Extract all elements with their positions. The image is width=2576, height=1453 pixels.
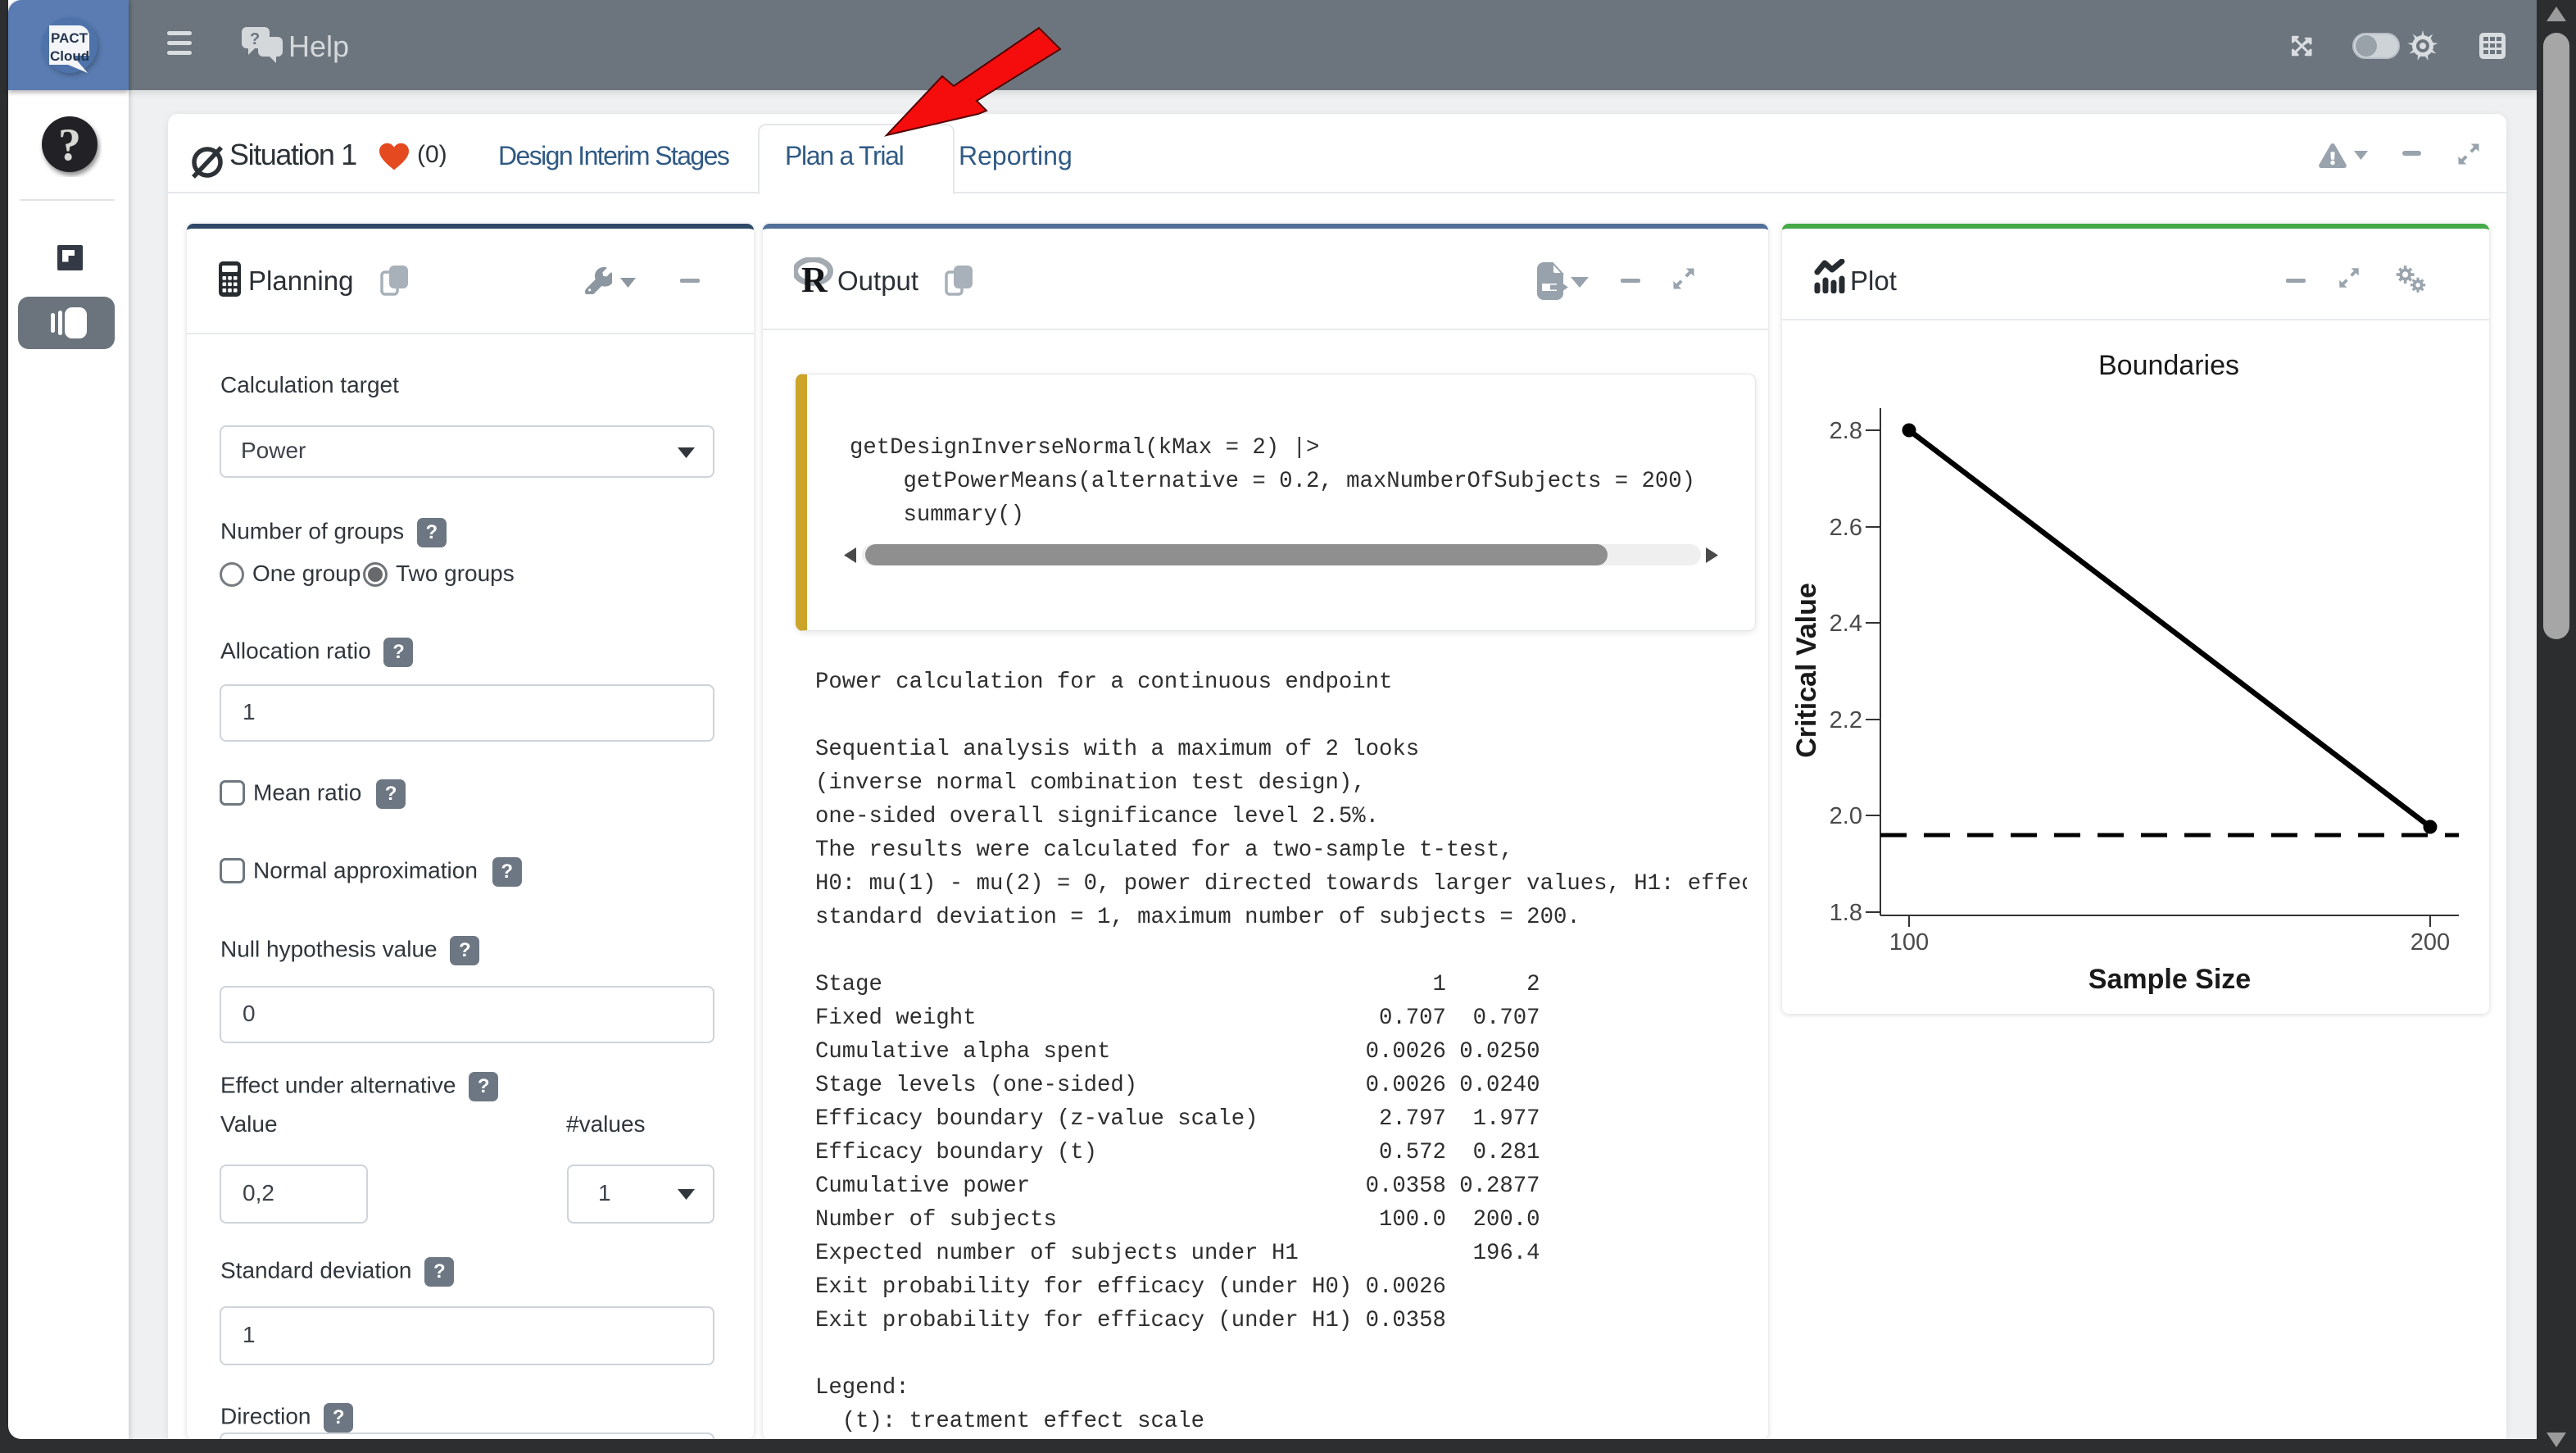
- svg-text:200: 200: [2410, 929, 2450, 956]
- svg-text:1.8: 1.8: [1830, 900, 1862, 926]
- svg-text:2.0: 2.0: [1830, 803, 1862, 829]
- svg-text:2.6: 2.6: [1830, 515, 1862, 541]
- svg-text:Sample Size: Sample Size: [2088, 964, 2251, 995]
- svg-text:Critical Value: Critical Value: [1791, 583, 1822, 758]
- svg-text:?: ?: [250, 30, 260, 48]
- svg-text:Cloud: Cloud: [50, 48, 89, 64]
- svg-text:R: R: [801, 260, 828, 293]
- svg-text:?: ?: [58, 120, 81, 170]
- svg-text:2.4: 2.4: [1830, 611, 1862, 637]
- svg-text:PACT: PACT: [51, 30, 88, 46]
- svg-text:100: 100: [1889, 929, 1929, 956]
- svg-text:2.2: 2.2: [1830, 707, 1862, 733]
- svg-text:Boundaries: Boundaries: [2098, 350, 2239, 381]
- svg-text:2.8: 2.8: [1830, 418, 1862, 444]
